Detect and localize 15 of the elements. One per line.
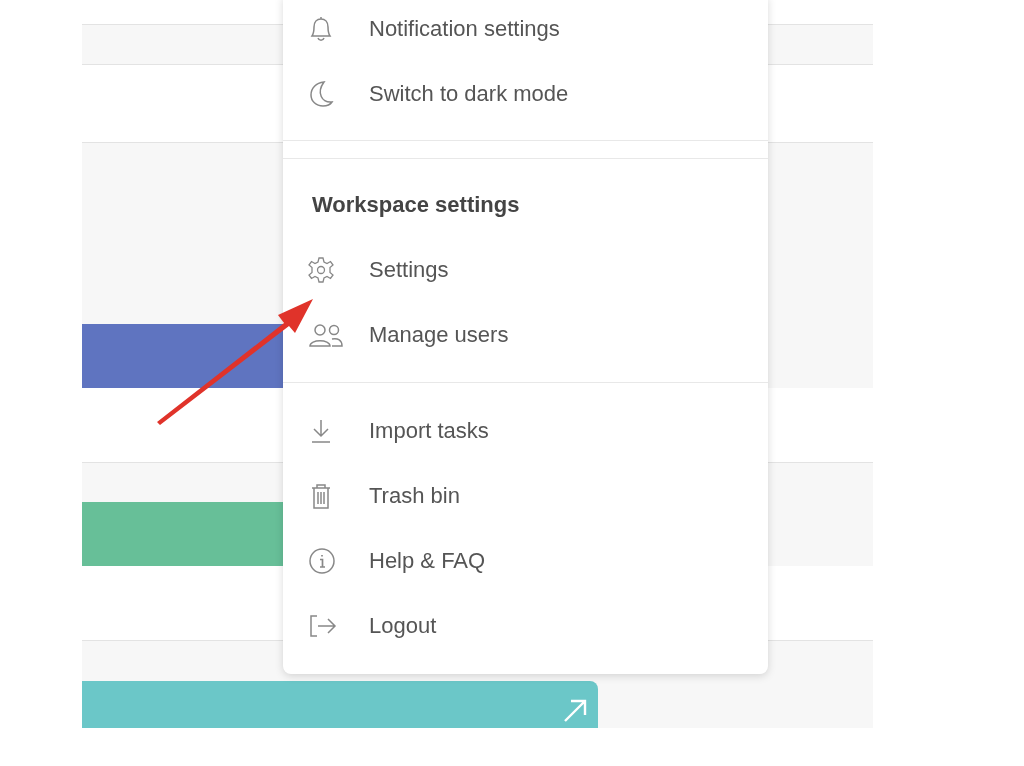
- menu-item[interactable]: Trash bin: [283, 463, 768, 528]
- section-heading: Workspace settings: [312, 191, 521, 219]
- menu-item[interactable]: Notification settings: [283, 0, 768, 61]
- menu-item[interactable]: Settings: [283, 237, 768, 302]
- menu-item[interactable]: Switch to dark mode: [283, 61, 768, 126]
- menu-item[interactable]: Logout: [283, 593, 768, 658]
- menu-item[interactable]: Help & FAQ: [283, 528, 768, 593]
- task-bar[interactable]: [82, 681, 598, 728]
- bell-icon: [308, 14, 334, 43]
- settings-icon: [308, 255, 334, 284]
- menu-item[interactable]: Import tasks: [283, 398, 768, 463]
- diagonal-arrow-icon[interactable]: [562, 698, 588, 724]
- moon-icon: [308, 79, 334, 108]
- info-icon: [308, 546, 336, 575]
- menu-item[interactable]: Manage users: [283, 302, 768, 367]
